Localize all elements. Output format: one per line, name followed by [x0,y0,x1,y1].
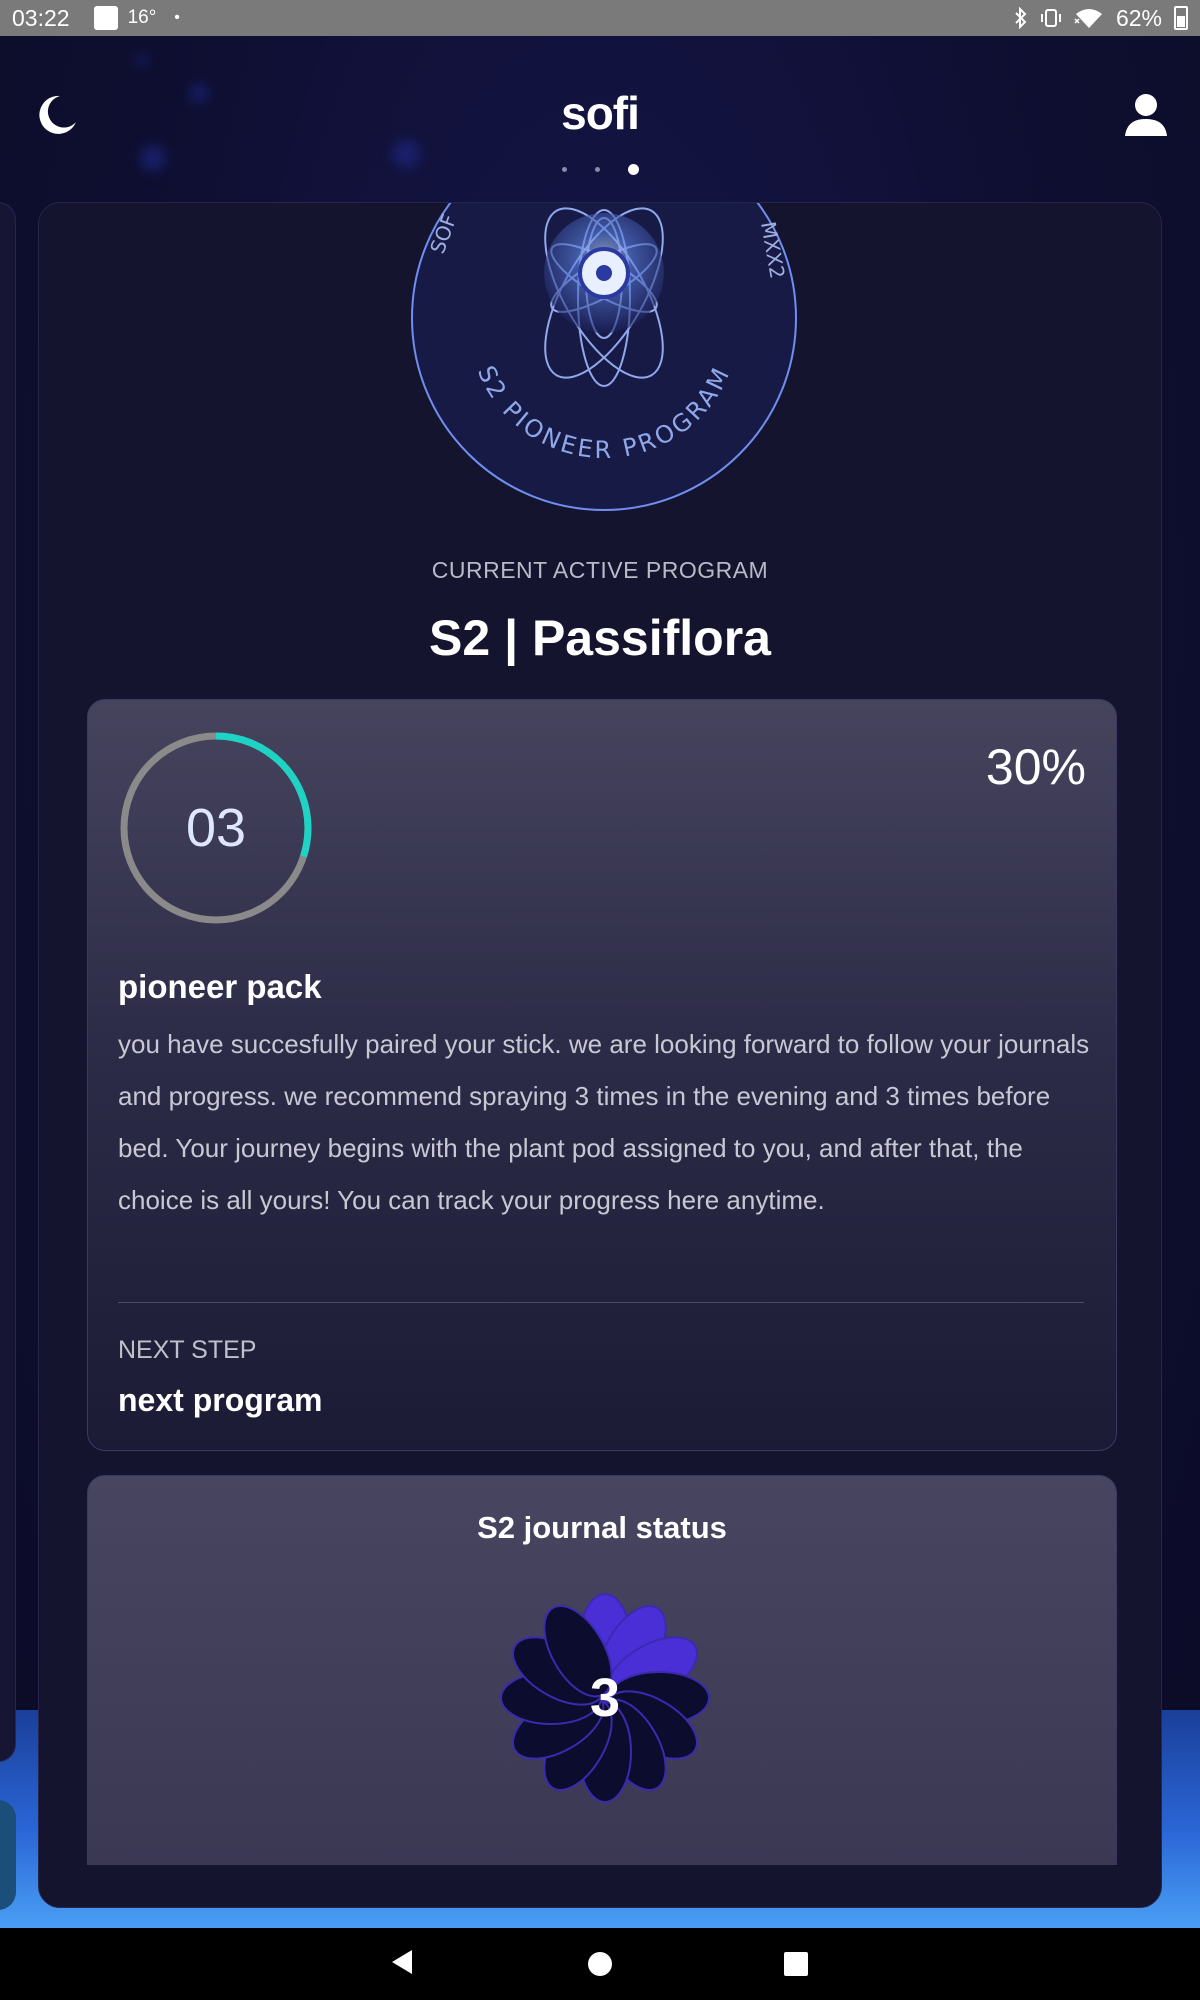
page-dot-active[interactable] [627,164,639,175]
status-bar: 03:22 16° • 62% [0,0,1200,36]
journal-status-card[interactable]: S2 journal status 3 [87,1475,1117,1865]
wifi-icon [1074,9,1102,28]
app-logo: sofi [561,87,640,139]
notification-icon [93,6,118,30]
app-screen: 03:22 16° • 62% sofi SOF MXX2 S2 PIONEER… [0,0,1200,2000]
divider [118,1302,1084,1303]
status-time: 03:22 [12,4,70,31]
page-dot[interactable] [594,167,600,172]
previous-card-peek-button[interactable] [0,1800,16,1910]
pack-title: pioneer pack [118,968,322,1005]
app-header: sofi [0,36,1200,196]
page-indicator [0,164,1200,175]
bluetooth-icon [1015,7,1027,29]
progress-percent: 30% [985,739,1086,795]
battery-icon [1174,6,1188,30]
next-step-label: NEXT STEP [118,1336,257,1364]
vibrate-icon [1040,9,1061,27]
journal-status-title: S2 journal status [477,1510,727,1545]
battery-percent: 62% [1115,4,1162,31]
progress-ring-number: 03 [185,798,247,858]
program-card: SOF MXX2 S2 PIONEER PROGRAM CURRENT ACTI… [38,202,1162,1908]
back-icon[interactable] [390,1948,414,1976]
home-icon[interactable] [588,1952,612,1976]
program-title: S2 | Passiflora [429,610,771,666]
system-nav-bar [0,1928,1200,2000]
pack-description: you have succesfully paired your stick. … [118,1029,1090,1215]
status-dot: • [174,9,180,26]
page-dot[interactable] [561,167,567,172]
previous-card-peek[interactable] [0,202,16,1762]
journal-count: 3 [589,1668,621,1728]
program-kicker: CURRENT ACTIVE PROGRAM [431,557,769,583]
recents-icon[interactable] [784,1952,808,1976]
pioneer-program-seal: SOF MXX2 S2 PIONEER PROGRAM [411,203,797,511]
status-right: 62% [1014,5,1188,32]
progress-card[interactable]: 03 30% pioneer pack you have succesfully… [87,699,1117,1451]
profile-icon[interactable] [1124,92,1168,138]
next-step-value: next program [118,1382,323,1418]
status-temperature: 16° [127,7,157,28]
